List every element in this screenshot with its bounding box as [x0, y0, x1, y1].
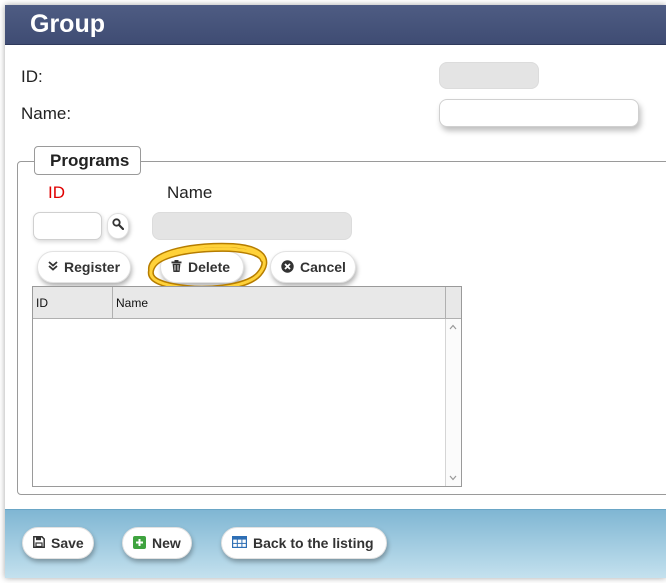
name-label: Name: — [21, 104, 72, 123]
back-to-listing-button[interactable]: Back to the listing — [221, 527, 387, 559]
id-label: ID: — [21, 67, 43, 86]
programs-grid: ID Name — [32, 286, 462, 487]
cancel-button-label: Cancel — [300, 259, 346, 275]
column-divider — [445, 287, 446, 319]
programs-legend: Programs — [34, 146, 141, 175]
grid-vertical-scrollbar[interactable] — [445, 319, 461, 486]
new-button[interactable]: New — [122, 527, 192, 559]
add-square-icon — [133, 535, 146, 551]
save-button[interactable]: Save — [22, 527, 94, 559]
page-title: Group — [30, 10, 105, 38]
column-divider — [112, 287, 113, 319]
title-bar: Group — [5, 5, 666, 45]
program-name-label: Name — [167, 183, 213, 202]
grid-header: ID Name — [33, 287, 461, 319]
group-form-window: Group ID: Name: Programs ID Name Registe… — [5, 5, 666, 578]
table-grid-icon — [232, 536, 248, 550]
cancel-button[interactable]: Cancel — [270, 251, 356, 283]
delete-button[interactable]: Delete — [160, 251, 244, 283]
register-button[interactable]: Register — [37, 251, 131, 283]
trash-icon — [171, 260, 182, 274]
program-id-input[interactable] — [33, 212, 102, 240]
grid-header-id[interactable]: ID — [36, 296, 48, 310]
id-field — [439, 62, 539, 89]
back-to-listing-label: Back to the listing — [253, 535, 374, 551]
register-button-label: Register — [64, 259, 121, 275]
save-button-label: Save — [51, 535, 84, 551]
footer-toolbar: Save New Back to the listing — [5, 509, 666, 578]
delete-button-label: Delete — [188, 259, 231, 275]
program-name-field — [152, 212, 352, 240]
cancel-circle-icon — [281, 259, 294, 275]
grid-header-name[interactable]: Name — [116, 296, 148, 310]
new-button-label: New — [152, 535, 181, 551]
name-field[interactable] — [439, 99, 639, 127]
floppy-disk-icon — [33, 536, 45, 550]
program-id-label: ID — [48, 183, 65, 202]
scroll-down-icon[interactable] — [449, 473, 457, 483]
program-search-button[interactable] — [107, 213, 129, 239]
scroll-up-icon[interactable] — [449, 322, 457, 332]
search-icon — [112, 217, 125, 235]
double-chevron-down-icon — [48, 261, 58, 273]
